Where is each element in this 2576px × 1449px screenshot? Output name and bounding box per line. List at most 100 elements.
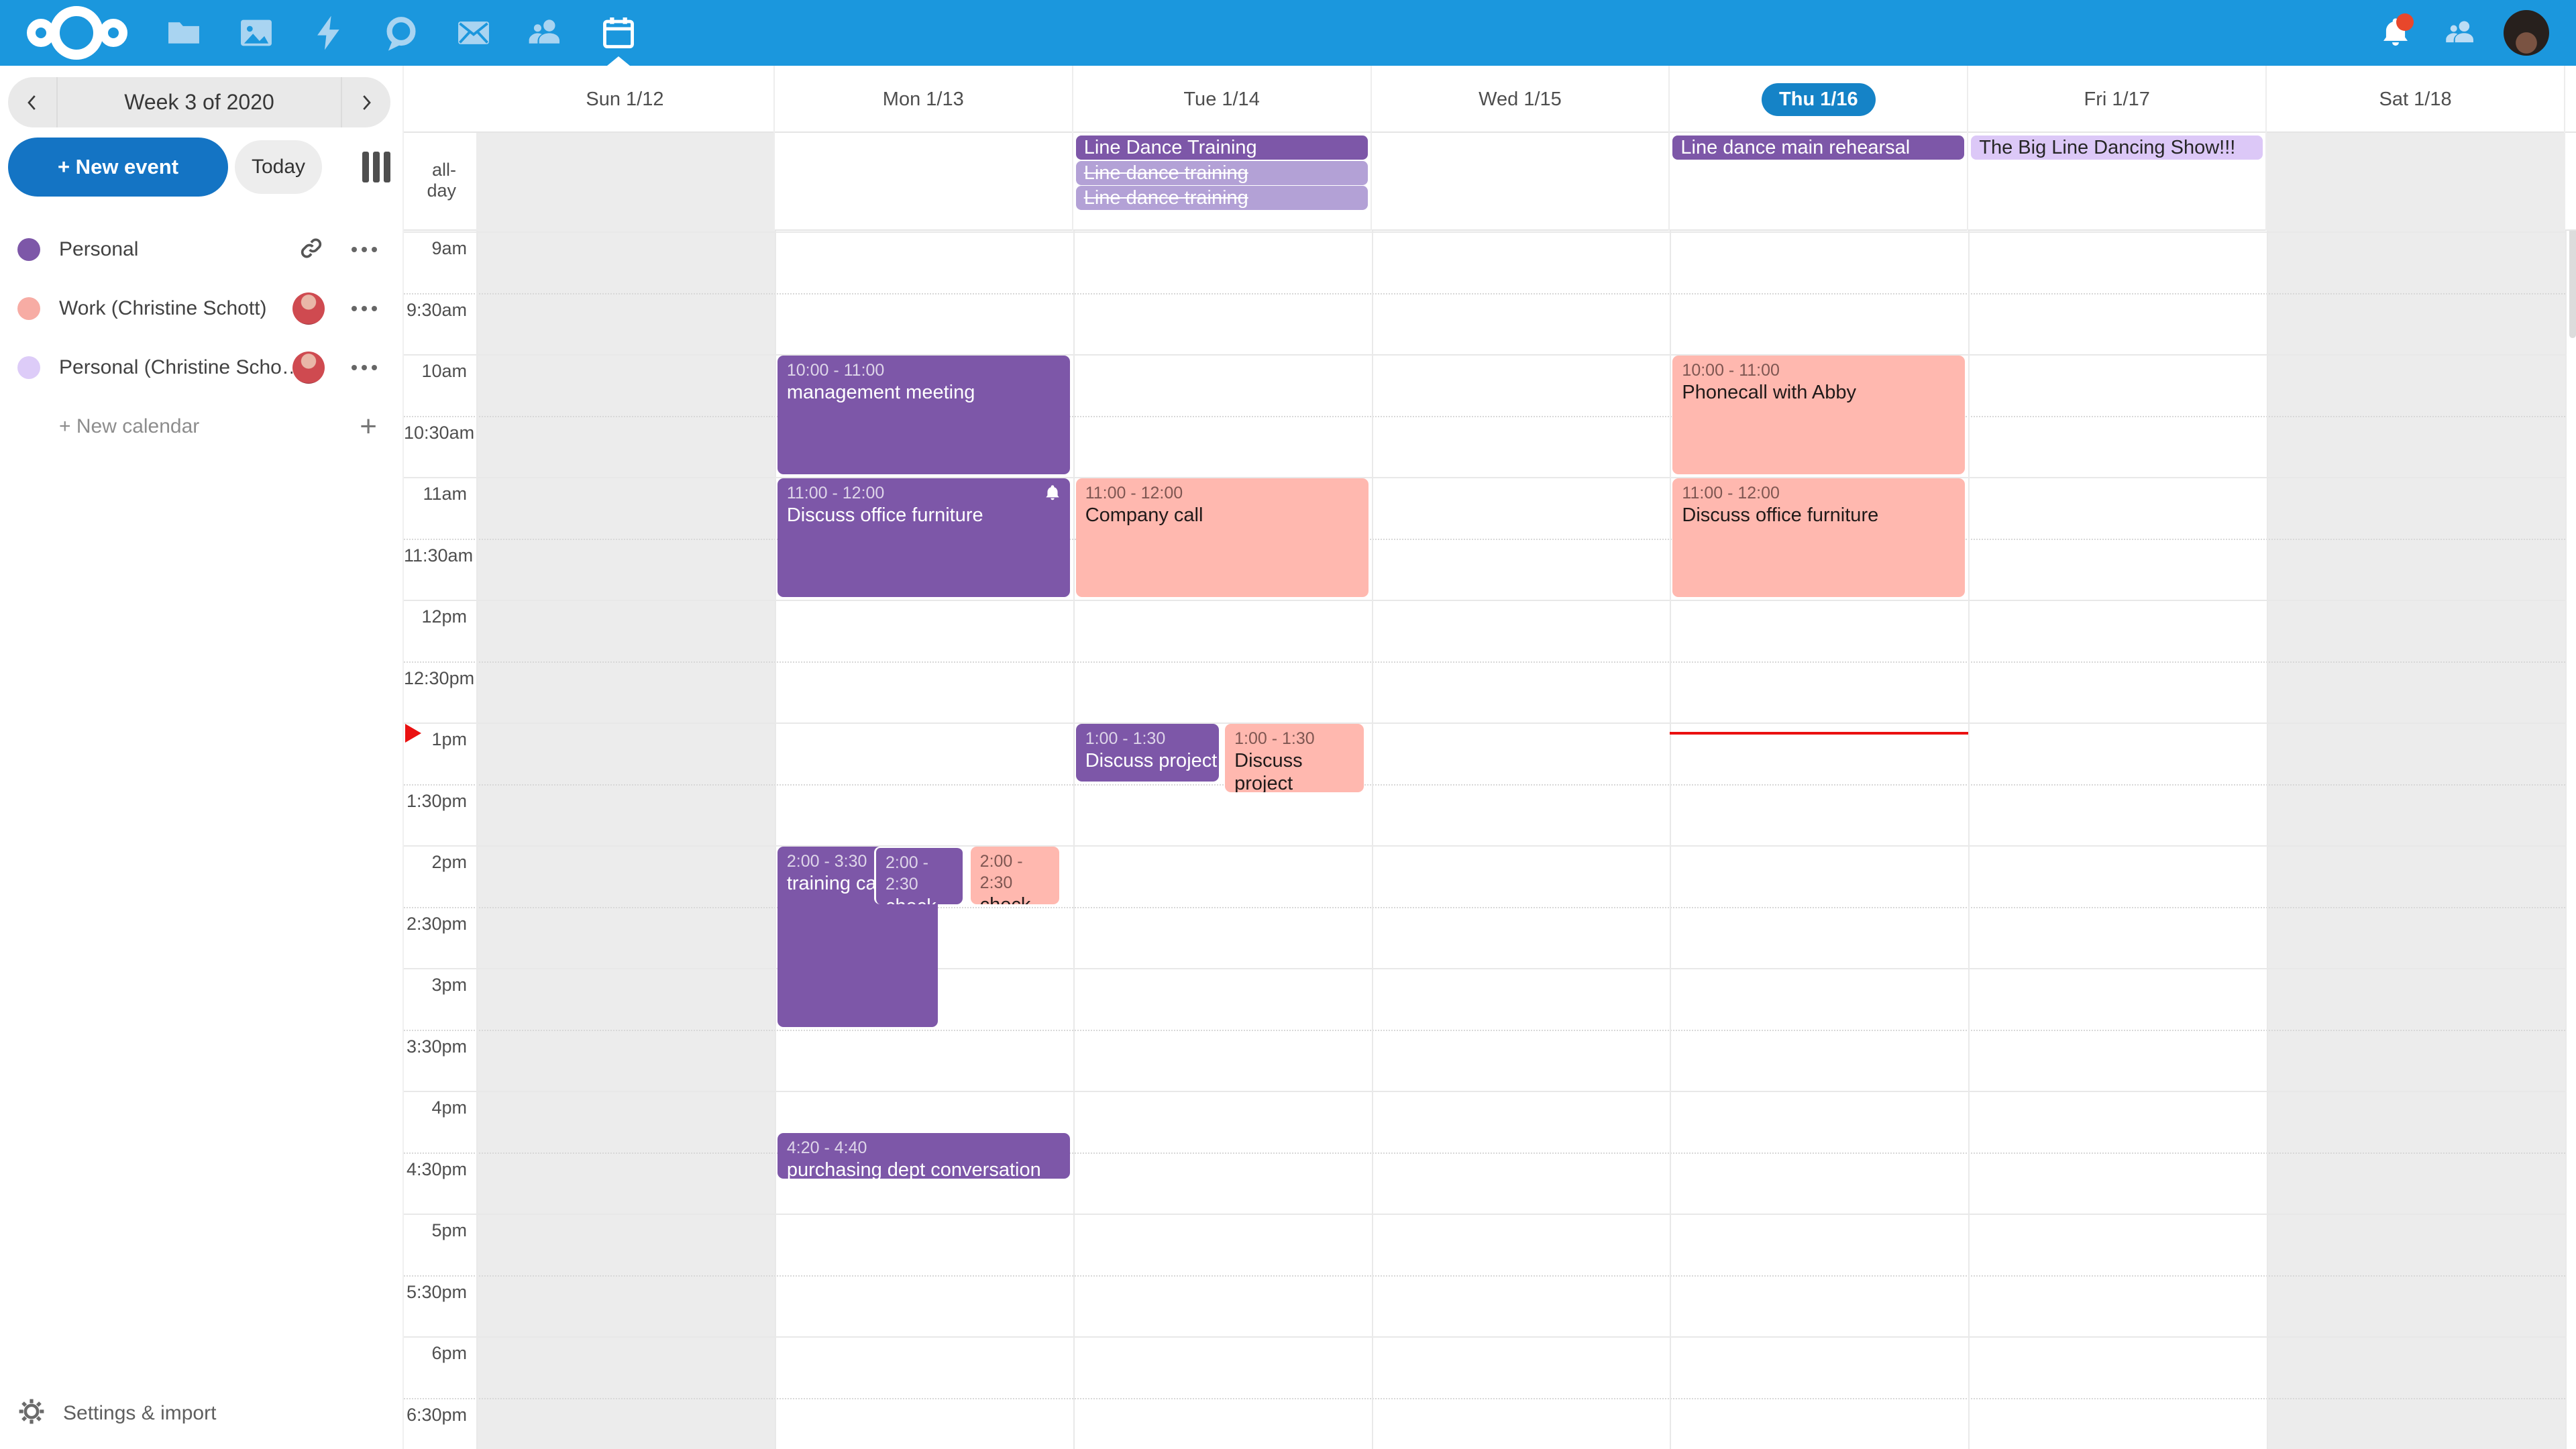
week-label[interactable]: Week 3 of 2020 — [56, 77, 342, 127]
calendar-list: Personal Work (Christine Schott) Personal … — [0, 220, 402, 456]
day-header-sun[interactable]: Sun 1/12 — [476, 66, 775, 133]
new-event-button[interactable]: + New event — [8, 138, 228, 197]
talk-app-icon[interactable] — [365, 0, 437, 66]
allday-event[interactable]: Line dance training — [1076, 186, 1368, 210]
files-app-icon[interactable] — [148, 0, 220, 66]
allday-event[interactable]: Line Dance Training — [1076, 136, 1368, 160]
day-label: Fri 1/17 — [2084, 89, 2150, 111]
mail-app-icon[interactable] — [437, 0, 510, 66]
day-header-thu[interactable]: Thu 1/16 — [1670, 66, 1968, 133]
event-title: Discuss project announcement — [1085, 749, 1210, 772]
settings-import[interactable]: Settings & import — [17, 1397, 216, 1429]
time-label: 3:30pm — [404, 1036, 467, 1057]
calendar-actions-menu-icon[interactable] — [352, 306, 377, 311]
user-avatar[interactable] — [2504, 10, 2549, 56]
day-label: Sat 1/18 — [2379, 89, 2452, 111]
slot-line — [404, 539, 2565, 540]
time-label: 6:30pm — [404, 1405, 467, 1426]
time-label: 12:30pm — [404, 668, 467, 689]
day-label: Mon 1/13 — [883, 89, 964, 111]
activity-app-icon[interactable] — [292, 0, 365, 66]
photos-app-icon[interactable] — [220, 0, 292, 66]
slot-line — [404, 354, 2565, 356]
vertical-scrollbar[interactable] — [2569, 231, 2576, 338]
event-phonecall-with-abby[interactable]: 10:00 - 11:00Phonecall with Abby — [1672, 356, 1965, 474]
slot-line — [404, 1152, 2565, 1154]
day-header-wed[interactable]: Wed 1/15 — [1372, 66, 1670, 133]
notifications-bell-icon[interactable] — [2372, 9, 2419, 56]
time-label: 4:30pm — [404, 1159, 467, 1180]
today-button[interactable]: Today — [235, 140, 322, 194]
day-header-fri[interactable]: Fri 1/17 — [1968, 66, 2267, 133]
current-time-arrow-icon — [405, 724, 421, 743]
column-line — [476, 231, 478, 1449]
slot-line — [404, 661, 2565, 663]
allday-event[interactable]: Line dance training — [1076, 161, 1368, 185]
nextcloud-logo[interactable] — [27, 0, 148, 66]
event-purchasing-dept-conversation[interactable]: 4:20 - 4:40purchasing dept conversation — [777, 1133, 1070, 1179]
event-discuss-project-announcement[interactable]: 1:00 - 1:30Discuss project announcement — [1225, 724, 1364, 792]
day-header-tue[interactable]: Tue 1/14 — [1073, 66, 1372, 133]
event-time: 4:20 - 4:40 — [787, 1137, 1061, 1159]
event-discuss-project-announcement[interactable]: 1:00 - 1:30Discuss project announcement — [1076, 724, 1219, 782]
notification-badge — [2396, 13, 2414, 31]
slot-line — [404, 416, 2565, 417]
calendar-actions-menu-icon[interactable] — [352, 365, 377, 370]
day-header-mon[interactable]: Mon 1/13 — [775, 66, 1073, 133]
allday-event[interactable]: The Big Line Dancing Show!!! — [1971, 136, 2263, 160]
event-time: 11:00 - 12:00 — [787, 482, 1061, 504]
calendar-list-item[interactable]: Work (Christine Schott) — [0, 279, 402, 338]
calendar-list-item[interactable]: Personal — [0, 220, 402, 279]
slot-line — [404, 1091, 2565, 1092]
column-line — [2267, 231, 2268, 1449]
time-label: 5:30pm — [404, 1282, 467, 1303]
allday-cell[interactable] — [1372, 133, 1670, 231]
event-discuss-office-furniture[interactable]: 11:00 - 12:00Discuss office furniture — [777, 478, 1070, 597]
slot-line — [404, 1336, 2565, 1338]
column-line — [1073, 231, 1075, 1449]
allday-cell[interactable] — [2267, 133, 2565, 231]
app-navigation — [148, 0, 655, 66]
active-app-pointer — [607, 56, 630, 66]
slot-line — [404, 293, 2565, 294]
slot-line — [404, 907, 2565, 908]
event-company-call[interactable]: 11:00 - 12:00Company call — [1076, 478, 1368, 597]
slot-line — [404, 1398, 2565, 1399]
slot-line — [404, 1214, 2565, 1215]
day-header-sat[interactable]: Sat 1/18 — [2267, 66, 2565, 133]
week-switcher: Week 3 of 2020 — [8, 77, 390, 127]
calendar-app-icon[interactable] — [582, 0, 655, 66]
allday-event[interactable]: Line dance main rehearsal — [1672, 136, 1964, 160]
event-time: 2:00 - 2:30 — [980, 851, 1050, 894]
allday-cell[interactable] — [476, 133, 775, 231]
weekend-shading — [476, 231, 775, 1449]
contacts-menu-icon[interactable] — [2438, 9, 2485, 56]
week-view-toggle-icon[interactable] — [362, 152, 390, 182]
settings-import-label: Settings & import — [63, 1402, 216, 1425]
event-check-in[interactable]: 2:00 - 2:30check-in — [874, 847, 963, 904]
share-link-icon[interactable] — [298, 235, 325, 265]
topbar — [0, 0, 2576, 66]
event-time: 1:00 - 1:30 — [1085, 728, 1210, 749]
event-check-in[interactable]: 2:00 - 2:30check-in — [971, 847, 1059, 904]
calendar-actions-menu-icon[interactable] — [352, 247, 377, 252]
contacts-app-icon[interactable] — [510, 0, 582, 66]
slot-line — [404, 600, 2565, 601]
new-calendar-button[interactable]: + New calendar+ — [0, 397, 402, 456]
slot-line — [404, 1275, 2565, 1277]
calendar-list-item[interactable]: Personal (Christine Scho… — [0, 338, 402, 397]
calendar-name: Work (Christine Schott) — [59, 297, 292, 320]
plus-icon[interactable]: + — [360, 413, 377, 440]
time-label: 12pm — [404, 606, 467, 627]
next-week-button[interactable] — [342, 77, 390, 127]
slot-line — [404, 784, 2565, 786]
previous-week-button[interactable] — [8, 77, 56, 127]
event-management-meeting[interactable]: 10:00 - 11:00management meeting — [777, 356, 1070, 474]
weekend-shading — [2267, 231, 2565, 1449]
event-time: 11:00 - 12:00 — [1085, 482, 1359, 504]
logo-ring — [99, 19, 127, 47]
time-grid[interactable]: 9am9:30am10am10:30am11am11:30am12pm12:30… — [404, 231, 2576, 1449]
allday-cell[interactable] — [775, 133, 1073, 231]
event-discuss-office-furniture[interactable]: 11:00 - 12:00Discuss office furniture — [1672, 478, 1965, 597]
time-label: 10:30am — [404, 423, 467, 443]
